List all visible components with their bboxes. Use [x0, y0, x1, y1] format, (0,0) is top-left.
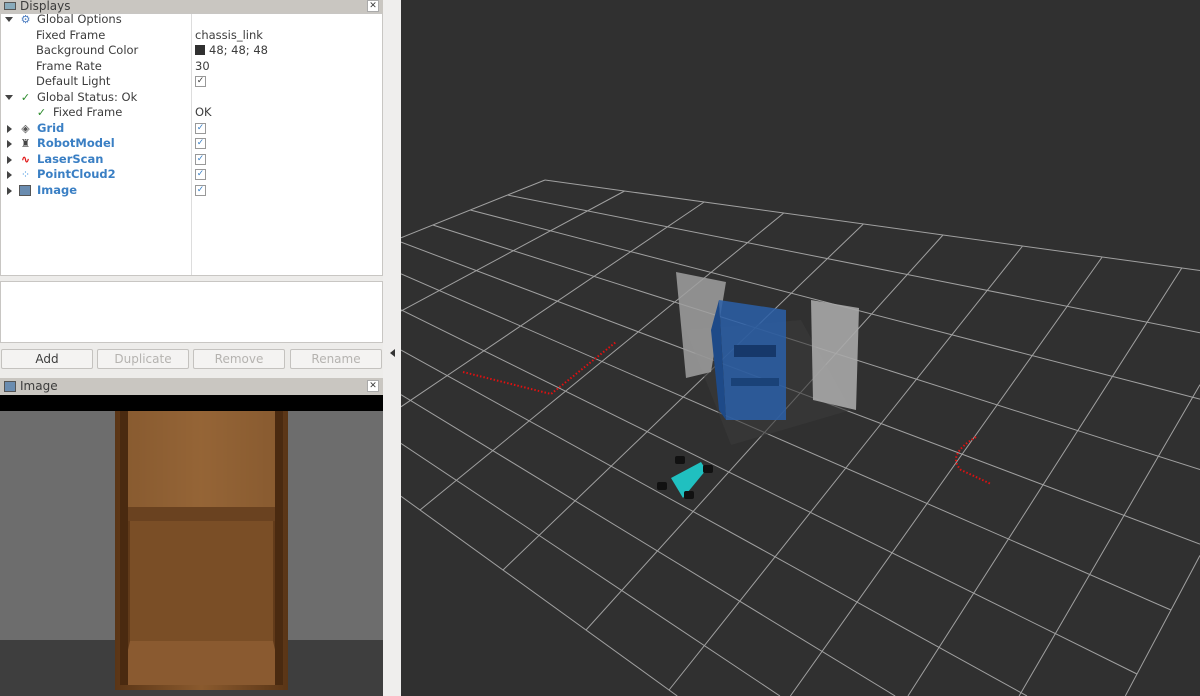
row-label: Fixed Frame	[36, 27, 106, 42]
background-color-value[interactable]: 48; 48; 48	[195, 43, 268, 58]
laserscan-checkbox[interactable]: ✓	[195, 153, 206, 165]
3d-render-view[interactable]	[401, 0, 1200, 696]
color-swatch	[195, 45, 205, 55]
grid-icon: ◈	[21, 121, 30, 135]
tree-row-global-options[interactable]: ⚙ Global Options	[1, 12, 381, 28]
grid-line	[401, 442, 781, 696]
row-label: Default Light	[36, 74, 111, 88]
tree-row-fixed-frame[interactable]: Fixed Frame chassis_link	[1, 28, 381, 44]
image-icon	[4, 381, 16, 392]
pointcloud-shelf	[711, 300, 786, 420]
tree-row-robotmodel[interactable]: ♜ RobotModel ✓	[1, 136, 381, 152]
row-label: Frame Rate	[36, 58, 102, 73]
grid-line	[907, 267, 1183, 696]
camera-image	[0, 395, 383, 696]
pointcloud-icon: ⁘	[20, 168, 31, 181]
robot-model	[657, 456, 713, 499]
tree-row-frame-rate[interactable]: Frame Rate 30	[1, 59, 381, 75]
grid-line	[401, 179, 546, 239]
collapse-arrow-icon[interactable]	[7, 140, 12, 148]
grid-line	[401, 190, 625, 312]
tree-row-grid[interactable]: ◈ Grid ✓	[1, 121, 381, 137]
color-text: 48; 48; 48	[209, 43, 268, 57]
row-label: Image	[37, 182, 78, 197]
row-label: RobotModel	[37, 136, 115, 150]
pointcloud2-checkbox[interactable]: ✓	[195, 169, 206, 180]
check-icon: ✓	[20, 90, 31, 104]
displays-tree: ⚙ Global Options Fixed Frame chassis_link …	[0, 12, 383, 276]
tree-row-image[interactable]: Image ✓	[1, 183, 381, 199]
row-label: Global Status: Ok	[37, 89, 138, 104]
3d-scene[interactable]	[401, 0, 1200, 696]
grid-line	[401, 201, 705, 408]
expand-arrow-icon[interactable]	[5, 94, 13, 100]
tree-row-pointcloud2[interactable]: ⁘ PointCloud2 ✓	[1, 167, 381, 183]
add-button[interactable]: Add	[1, 349, 93, 369]
rename-button[interactable]: Rename	[290, 349, 382, 369]
grid-line	[401, 349, 1028, 696]
grid	[401, 179, 1200, 696]
dock-splitter[interactable]	[383, 0, 401, 696]
row-label: Global Options	[37, 12, 122, 26]
row-label: Fixed Frame	[53, 105, 123, 119]
grid-line	[401, 495, 678, 696]
status-value: OK	[195, 105, 212, 119]
default-light-checkbox[interactable]: ✓	[195, 76, 206, 87]
monitor-icon	[4, 2, 16, 10]
image-title-text: Image	[20, 379, 58, 393]
check-icon: ✓	[36, 106, 47, 119]
duplicate-button[interactable]: Duplicate	[97, 349, 189, 369]
image-panel-title: Image	[0, 378, 383, 395]
expand-arrow-icon[interactable]	[5, 17, 13, 22]
row-label: PointCloud2	[37, 167, 116, 181]
collapse-arrow-icon[interactable]	[7, 171, 12, 179]
tree-row-default-light[interactable]: Default Light ✓	[1, 74, 381, 90]
laserscan-icon: ∿	[20, 152, 31, 166]
collapse-arrow-icon[interactable]	[7, 186, 12, 195]
robotmodel-checkbox[interactable]: ✓	[195, 138, 206, 149]
row-label: Background Color	[36, 43, 139, 57]
laser-scan-right	[955, 436, 992, 485]
camera-image-view	[0, 395, 383, 696]
row-label: Grid	[37, 120, 65, 135]
grid-checkbox[interactable]: ✓	[195, 122, 206, 134]
description-area	[0, 281, 383, 343]
gear-icon: ⚙	[20, 13, 31, 26]
frame-rate-value[interactable]: 30	[195, 59, 210, 74]
grid-line	[1124, 555, 1200, 696]
collapse-arrow-icon[interactable]	[7, 155, 12, 164]
tree-row-status-fixed-frame[interactable]: ✓ Fixed Frame OK	[1, 105, 381, 121]
fixed-frame-value[interactable]: chassis_link	[195, 28, 263, 43]
robot-icon: ♜	[20, 137, 31, 150]
tree-row-laserscan[interactable]: ∿ LaserScan ✓	[1, 152, 381, 168]
side-panel-right	[811, 300, 859, 410]
grid-line	[401, 394, 896, 696]
tree-row-background-color[interactable]: Background Color 48; 48; 48	[1, 43, 381, 59]
collapse-arrow-icon[interactable]	[7, 124, 12, 133]
grid-line	[1018, 384, 1200, 696]
image-icon	[19, 184, 31, 196]
image-checkbox[interactable]: ✓	[195, 184, 206, 196]
remove-button[interactable]: Remove	[193, 349, 285, 369]
close-displays-button[interactable]: ✕	[367, 0, 379, 12]
collapse-left-icon[interactable]	[390, 349, 395, 357]
row-label: LaserScan	[37, 151, 104, 166]
tree-row-global-status[interactable]: ✓ Global Status: Ok	[1, 90, 381, 106]
close-image-button[interactable]: ✕	[367, 380, 379, 392]
left-dock: Displays ✕ ⚙ Global Options Fixed Frame ch…	[0, 0, 383, 696]
